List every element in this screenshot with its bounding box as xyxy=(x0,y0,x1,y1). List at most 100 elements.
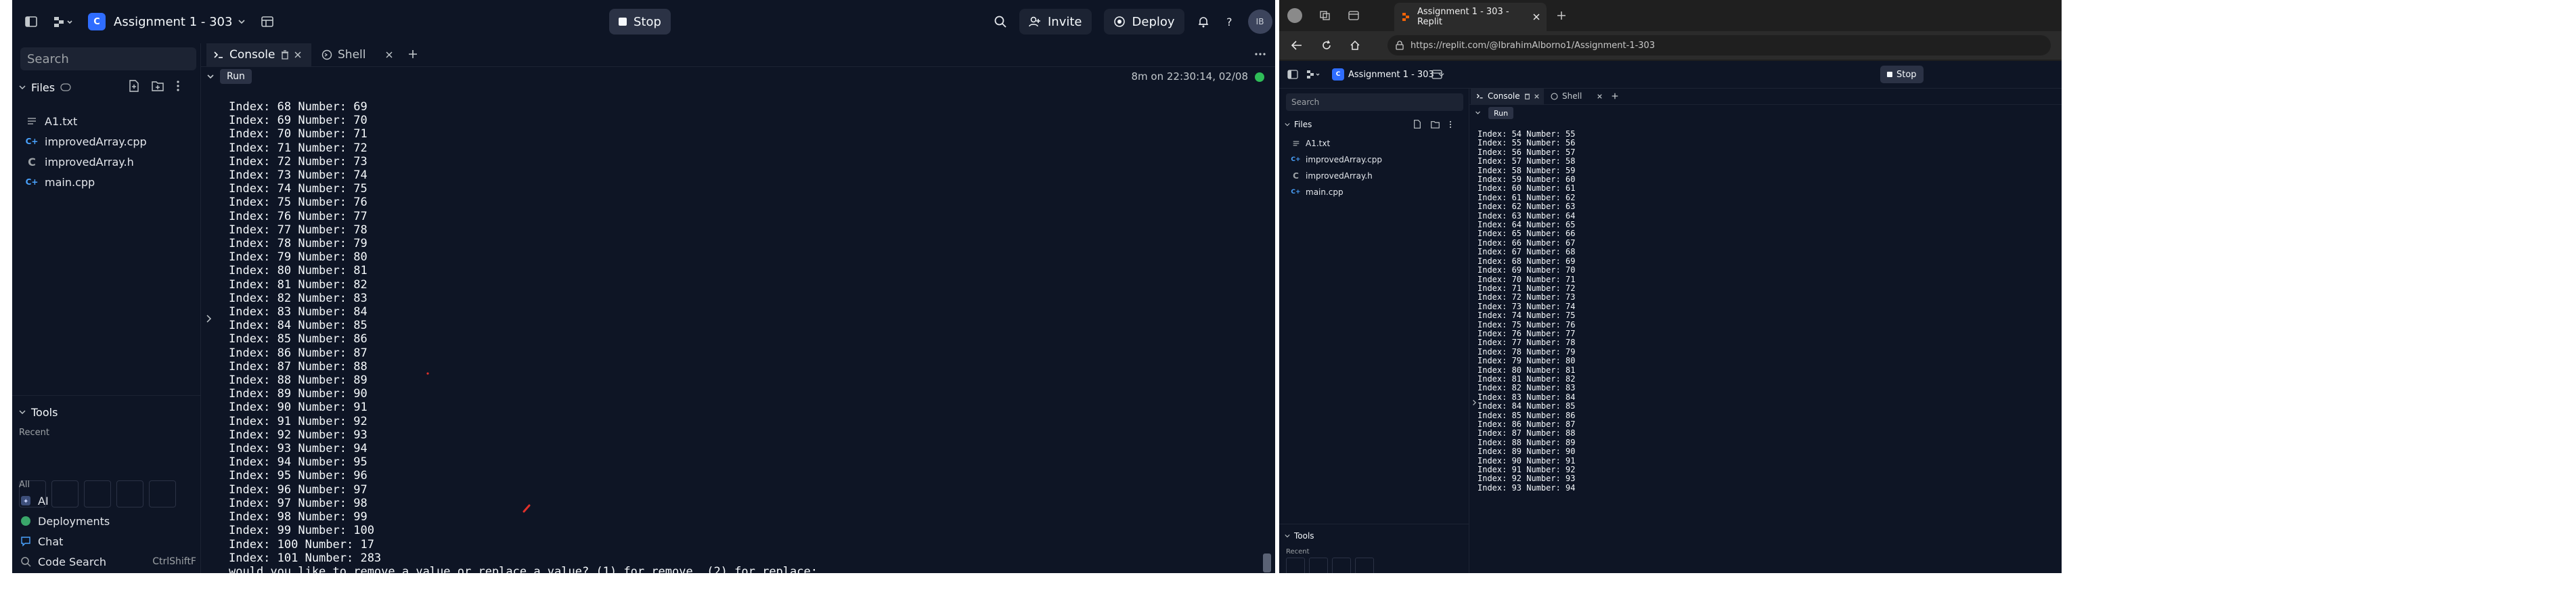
console-line: Index: 73 Number: 74 xyxy=(229,168,368,183)
console-line: Index: 71 Number: 72 xyxy=(229,141,368,155)
recent-tool-slot[interactable] xyxy=(1309,558,1328,573)
file-item-a1-txt[interactable]: A1.txt xyxy=(26,111,77,131)
more-options-icon[interactable] xyxy=(1255,53,1266,55)
trash-icon[interactable] xyxy=(281,50,289,60)
search-icon xyxy=(20,556,31,567)
top-bar: C Assignment 1 - 303 Stop Invite Deploy … xyxy=(12,0,1275,44)
trash-icon[interactable] xyxy=(1524,93,1530,99)
run-button[interactable]: Run xyxy=(1488,107,1514,119)
console-line: Index: 54 Number: 55 xyxy=(1478,129,1576,139)
sidebar-toggle-icon[interactable] xyxy=(24,15,38,28)
tool-item-code-search[interactable]: Code Search CtrlShiftF xyxy=(20,552,196,571)
add-tab-icon[interactable] xyxy=(408,49,418,59)
tool-name: AI xyxy=(38,494,49,507)
tool-name: Code Search xyxy=(38,555,107,568)
stop-button[interactable]: Stop xyxy=(609,9,671,35)
console-line: Index: 72 Number: 73 xyxy=(229,154,368,168)
console-line: Index: 55 Number: 56 xyxy=(1478,138,1576,148)
invite-button[interactable]: Invite xyxy=(1019,9,1092,35)
tab-shell[interactable]: Shell xyxy=(1545,88,1607,104)
close-icon[interactable] xyxy=(386,51,393,58)
console-scrollbar-thumb[interactable] xyxy=(1263,553,1271,572)
sidebar-search-input[interactable]: Search xyxy=(20,47,196,70)
console-line: Index: 78 Number: 79 xyxy=(229,237,368,251)
sidebar-search-input[interactable]: Search xyxy=(1286,93,1463,111)
profile-avatar[interactable] xyxy=(1287,8,1302,23)
tool-item-ai[interactable]: ✦ AI xyxy=(20,491,196,510)
run-button[interactable]: Run xyxy=(220,69,252,84)
project-title-button[interactable]: C Assignment 1 - 303 xyxy=(1332,68,1444,81)
tools-section-header[interactable]: Tools xyxy=(19,402,58,422)
file-item-main-cpp[interactable]: C+ main.cpp xyxy=(1291,184,1343,200)
files-section-header[interactable]: Files xyxy=(19,77,71,97)
tab-shell[interactable]: Shell xyxy=(315,43,399,66)
help-icon[interactable]: ? xyxy=(1222,15,1236,28)
tab-actions-icon[interactable] xyxy=(1348,11,1359,20)
console-line: Index: 66 Number: 67 xyxy=(1478,237,1576,248)
project-title-button[interactable]: C Assignment 1 - 303 xyxy=(88,13,246,30)
file-item-improvedarray-cpp[interactable]: C+ improvedArray.cpp xyxy=(1291,152,1382,168)
file-item-a1-txt[interactable]: A1.txt xyxy=(1291,135,1330,152)
recent-tool-slot[interactable] xyxy=(1286,558,1305,573)
deploy-button[interactable]: Deploy xyxy=(1103,9,1184,35)
tools-section-header[interactable]: Tools xyxy=(1285,529,1314,543)
collapse-handle-icon[interactable] xyxy=(205,314,212,323)
chevron-down-icon[interactable] xyxy=(206,72,215,81)
close-icon[interactable] xyxy=(1597,93,1602,99)
home-icon[interactable] xyxy=(1350,40,1360,51)
tool-item-deployments[interactable]: Deployments xyxy=(20,512,196,530)
recent-tool-slot[interactable] xyxy=(1355,558,1374,573)
close-icon[interactable] xyxy=(1533,14,1540,20)
sidebar-toggle-icon[interactable] xyxy=(1287,69,1298,80)
console-line: Index: 90 Number: 91 xyxy=(229,401,368,415)
layout-icon[interactable] xyxy=(1431,69,1442,80)
deploy-icon xyxy=(1113,16,1126,28)
tab-console[interactable]: Console xyxy=(206,43,311,66)
layout-icon[interactable] xyxy=(261,15,274,28)
chevron-down-icon[interactable] xyxy=(1475,110,1481,116)
new-file-icon[interactable] xyxy=(1413,120,1421,129)
back-arrow-icon[interactable] xyxy=(1291,41,1302,50)
new-folder-icon[interactable] xyxy=(152,80,164,92)
stop-button[interactable]: Stop xyxy=(1880,66,1924,83)
new-file-icon[interactable] xyxy=(129,80,139,92)
console-line: Index: 82 Number: 83 xyxy=(229,291,368,305)
annotation-mark xyxy=(523,504,531,513)
file-name: main.cpp xyxy=(45,175,95,189)
files-section-header[interactable]: Files xyxy=(1285,118,1312,131)
file-item-improvedarray-h[interactable]: C improvedArray.h xyxy=(26,152,134,172)
browser-tab-active[interactable]: Assignment 1 - 303 - Replit xyxy=(1394,3,1547,31)
more-options-icon[interactable] xyxy=(1449,120,1452,129)
lock-icon xyxy=(1396,41,1404,50)
close-icon[interactable] xyxy=(294,51,301,58)
workspaces-icon[interactable] xyxy=(1320,11,1331,20)
search-icon[interactable] xyxy=(994,15,1007,28)
header-file-icon: C xyxy=(28,155,36,168)
recent-tool-slot[interactable] xyxy=(1332,558,1351,573)
new-folder-icon[interactable] xyxy=(1431,120,1440,129)
chevron-down-icon xyxy=(19,409,26,415)
tab-console[interactable]: Console xyxy=(1471,88,1544,104)
sidebar: Search Files A1.txt C+ improvedArray.cpp… xyxy=(12,43,201,573)
new-tab-icon[interactable] xyxy=(1557,11,1566,20)
console-scrollbar[interactable] xyxy=(1263,87,1271,573)
file-item-improvedarray-cpp[interactable]: C+ improvedArray.cpp xyxy=(26,131,147,152)
more-options-icon[interactable] xyxy=(176,80,180,92)
url-input[interactable]: https://replit.com/@IbrahimAlborno1/Assi… xyxy=(1387,35,2051,55)
console-line: Index: 59 Number: 60 xyxy=(1478,175,1576,185)
notifications-bell-icon[interactable] xyxy=(1197,15,1210,28)
workspace-menu-icon[interactable] xyxy=(53,15,73,28)
console-line: Index: 88 Number: 89 xyxy=(1478,437,1576,447)
file-item-main-cpp[interactable]: C+ main.cpp xyxy=(26,172,95,192)
tool-item-chat[interactable]: Chat xyxy=(20,532,196,551)
stop-icon xyxy=(1887,72,1892,77)
cpp-file-icon: C+ xyxy=(1291,156,1301,163)
add-tab-icon[interactable] xyxy=(1612,93,1618,99)
account-menu[interactable]: IB xyxy=(1247,9,1275,34)
close-icon[interactable] xyxy=(1534,93,1539,99)
workspace-menu-icon[interactable] xyxy=(1306,69,1321,80)
collapse-handle-icon[interactable] xyxy=(1471,399,1477,406)
refresh-icon[interactable] xyxy=(1321,40,1332,51)
run-status-text: 8m on 22:30:14, 02/08 xyxy=(1131,70,1248,83)
file-item-improvedarray-h[interactable]: C improvedArray.h xyxy=(1291,168,1373,184)
